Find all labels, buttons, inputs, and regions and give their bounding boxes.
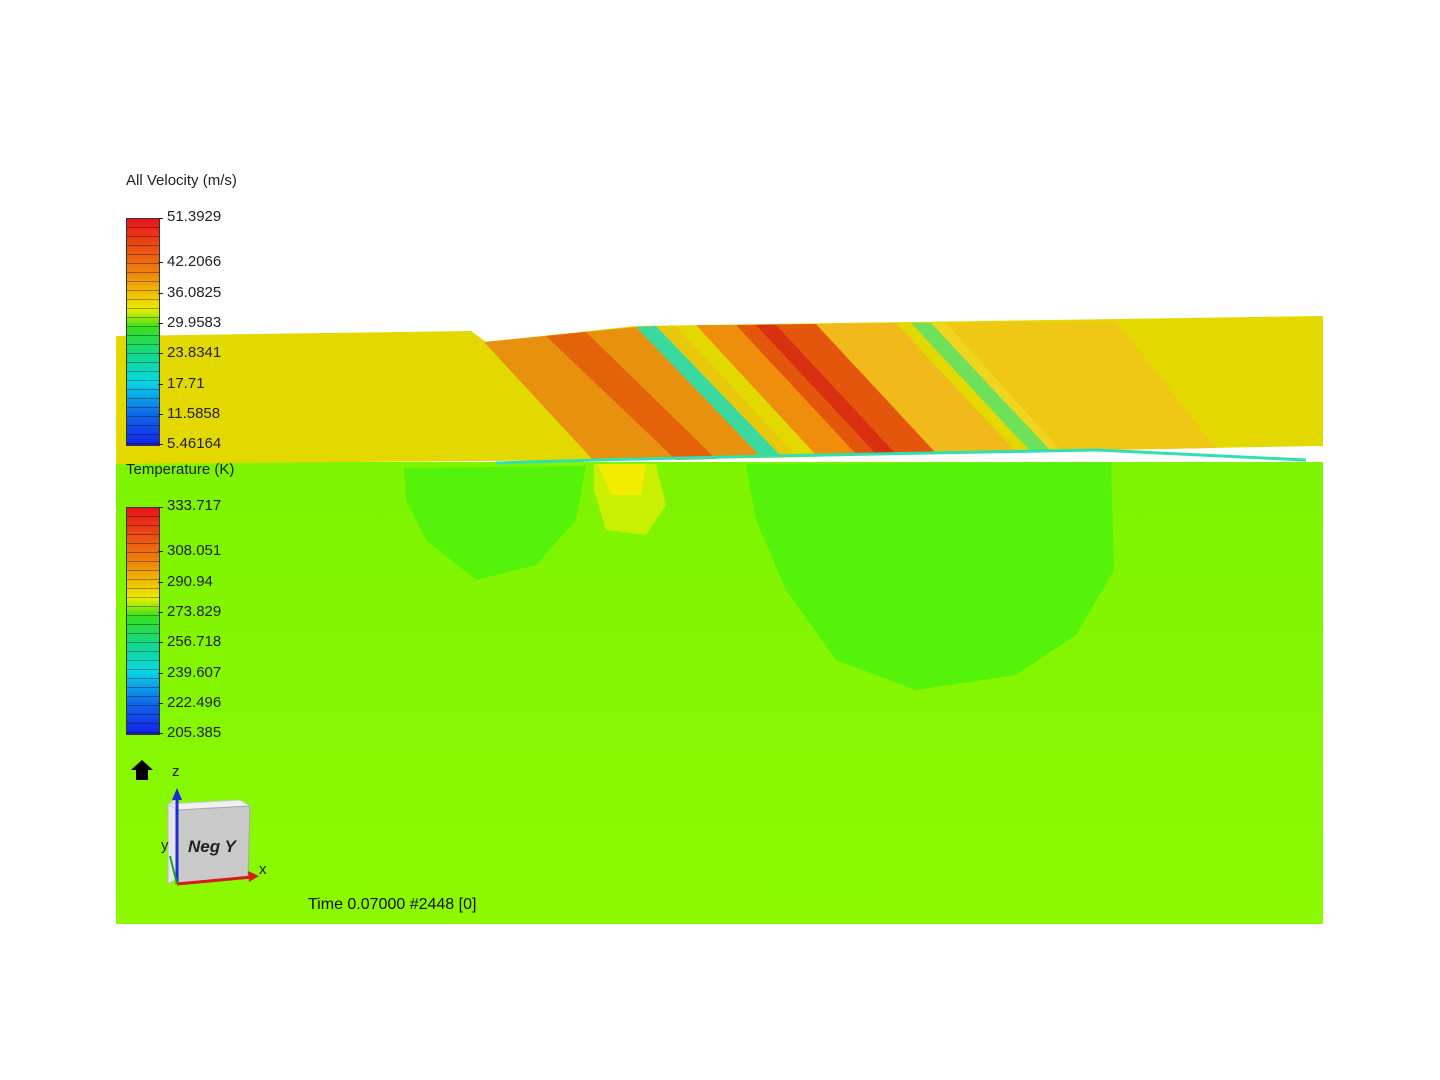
ground-region xyxy=(116,462,1323,924)
tick-label: 42.2066 xyxy=(167,253,222,270)
tick-label: 222.496 xyxy=(167,694,222,711)
tick-label: 36.0825 xyxy=(167,284,222,301)
tick-label: 290.94 xyxy=(167,573,213,590)
legend-title: All Velocity (m/s) xyxy=(126,172,237,189)
tick-label: 29.9583 xyxy=(167,314,222,331)
axis-label-z: z xyxy=(172,763,180,780)
color-scale-bar xyxy=(126,507,160,735)
axis-label-x: x xyxy=(259,861,267,878)
color-scale-bar xyxy=(126,218,160,446)
tick-label: 273.829 xyxy=(167,603,222,620)
tick-label: 11.5858 xyxy=(167,405,221,422)
tick-label: 256.718 xyxy=(167,633,222,650)
tick-label: 5.46164 xyxy=(167,435,222,452)
x-axis-arrow xyxy=(248,871,259,882)
simulation-viewport[interactable]: All Velocity (m/s) 51.3929 42.2066 36.08… xyxy=(116,150,1323,924)
contour-scene[interactable] xyxy=(116,150,1323,924)
home-icon[interactable] xyxy=(130,758,154,782)
orientation-triad[interactable]: Neg Y z x y xyxy=(156,756,286,886)
axis-label-y: y xyxy=(161,837,169,854)
view-face-label: Neg Y xyxy=(188,837,238,856)
z-axis-arrow xyxy=(172,788,182,800)
legend-title: Temperature (K) xyxy=(126,461,235,478)
tick-label: 239.607 xyxy=(167,664,222,681)
time-step-readout: Time 0.07000 #2448 [0] xyxy=(308,896,477,913)
tick-label: 51.3929 xyxy=(167,208,222,225)
tick-label: 23.8341 xyxy=(167,344,222,361)
tick-label: 17.71 xyxy=(167,375,205,392)
tick-label: 333.717 xyxy=(167,497,222,514)
tick-label: 308.051 xyxy=(167,542,222,559)
tick-label: 205.385 xyxy=(167,724,222,741)
